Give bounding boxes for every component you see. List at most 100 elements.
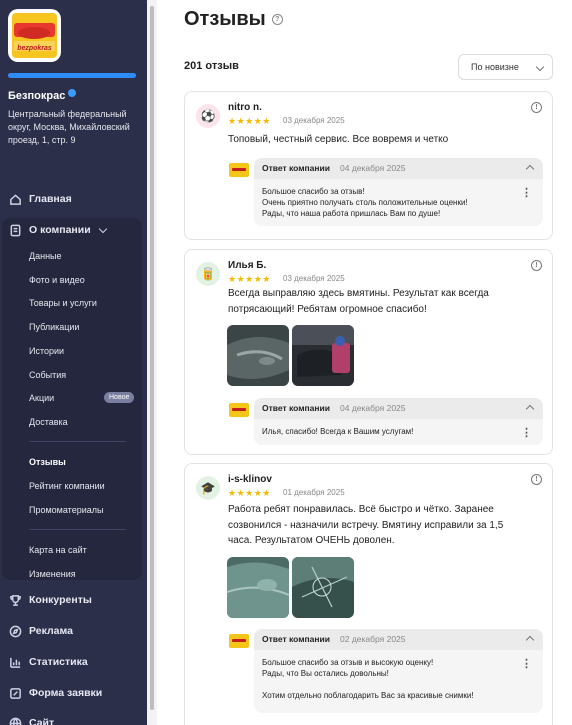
sub-photo[interactable]: Фото и видео: [29, 275, 85, 285]
more-icon[interactable]: ⋮: [521, 188, 532, 199]
page-title: Отзывы ?: [184, 8, 283, 31]
compass-icon: [8, 624, 22, 638]
company-reply: Ответ компании 04 декабря 2025 Илья, спа…: [254, 398, 543, 445]
sub-goods[interactable]: Товары и услуги: [29, 298, 97, 308]
more-icon[interactable]: ⋮: [521, 428, 532, 439]
sub-promo[interactable]: Акции: [29, 393, 54, 403]
edit-icon: [8, 686, 22, 700]
page-title-text: Отзывы: [184, 8, 266, 30]
reply-line: [262, 679, 522, 690]
review-photo[interactable]: [292, 325, 354, 386]
reply-line: Очень приятно получать столь положительн…: [262, 198, 468, 207]
nav-about-label: О компании: [29, 224, 91, 236]
reply-line: Рады, что Вы остались довольны!: [262, 669, 389, 678]
review-photo[interactable]: [227, 557, 289, 618]
review-date: 01 декабря 2025: [283, 488, 345, 497]
reply-label: Ответ компании: [262, 403, 330, 413]
sidebar-scrollbar[interactable]: [147, 0, 157, 725]
sub-delivery[interactable]: Доставка: [29, 417, 68, 427]
reply-line: Большое спасибо за отзыв!: [262, 187, 365, 196]
company-address: Центральный федеральный округ, Москва, М…: [8, 109, 130, 145]
help-icon[interactable]: ?: [271, 14, 283, 25]
reply-date: 02 декабря 2025: [340, 634, 406, 644]
company-name-text: Безпокрас: [8, 90, 66, 102]
trophy-icon: [8, 593, 22, 607]
sidebar: bezpokras Безпокрас Центральный федераль…: [0, 0, 147, 725]
reviews-count: 201 отзыв: [184, 60, 239, 72]
review-date: 03 декабря 2025: [283, 116, 345, 125]
sort-dropdown[interactable]: По новизне: [458, 54, 553, 80]
review-card: 🥫 Илья Б. ★★★★★ 03 декабря 2025 ! Всегда…: [184, 249, 553, 455]
reply-text: Илья, спасибо! Всегда к Вашим услугам!: [262, 426, 522, 437]
review-author[interactable]: nitro n.: [228, 102, 262, 113]
company-name[interactable]: Безпокрас: [8, 89, 77, 102]
nav-home-label: Главная: [29, 193, 72, 205]
globe-icon: [8, 716, 22, 725]
review-date: 03 декабря 2025: [283, 274, 345, 283]
reply-label: Ответ компании: [262, 163, 330, 173]
nav-site-label: Сайт: [29, 717, 55, 725]
company-reply: Ответ компании 02 декабря 2025 Большое с…: [254, 629, 543, 713]
sub-stories[interactable]: Истории: [29, 346, 64, 356]
chevron-down-icon: [98, 224, 107, 233]
reply-date: 04 декабря 2025: [340, 163, 406, 173]
company-reply-logo: [229, 403, 249, 417]
reply-date: 04 декабря 2025: [340, 403, 406, 413]
rating-stars: ★★★★★: [228, 116, 271, 126]
reply-line: Рады, что наша работа пришлась Вам по ду…: [262, 209, 441, 218]
nav-ads[interactable]: Реклама: [8, 624, 73, 638]
info-icon[interactable]: !: [531, 102, 542, 113]
info-icon[interactable]: !: [531, 260, 542, 271]
review-photo[interactable]: [292, 557, 354, 618]
avatar[interactable]: ⚽: [196, 104, 220, 128]
sub-posts[interactable]: Публикации: [29, 322, 79, 332]
verified-icon: [68, 89, 77, 97]
home-icon: [8, 192, 22, 206]
review-card: 🎓 i-s-klinov ★★★★★ 01 декабря 2025 ! Раб…: [184, 463, 553, 725]
rating-stars: ★★★★★: [228, 488, 271, 498]
nav-ads-label: Реклама: [29, 625, 73, 637]
sub-data[interactable]: Данные: [29, 251, 62, 261]
reply-line: Хотим отдельно поблагодарить Вас за крас…: [262, 691, 474, 700]
info-icon[interactable]: !: [531, 474, 542, 485]
reply-label: Ответ компании: [262, 634, 330, 644]
avatar[interactable]: 🎓: [196, 476, 220, 500]
nav-competitors-label: Конкуренты: [29, 594, 92, 606]
review-author[interactable]: Илья Б.: [228, 260, 266, 271]
main-content: Отзывы ? 201 отзыв По новизне ⚽ nitro n.…: [157, 0, 572, 725]
review-photo[interactable]: [227, 325, 289, 386]
review-text: Работа ребят понравилась. Всё быстро и ч…: [228, 504, 504, 546]
sub-map[interactable]: Карта на сайт: [29, 545, 87, 555]
new-badge: Новое: [104, 392, 135, 403]
nav-site[interactable]: Сайт: [8, 716, 54, 725]
sort-label: По новизне: [471, 62, 519, 72]
nav-stats-label: Статистика: [29, 656, 88, 668]
company-logo[interactable]: bezpokras: [8, 9, 61, 62]
sub-events[interactable]: События: [29, 370, 66, 380]
nav-competitors[interactable]: Конкуренты: [8, 593, 92, 607]
sub-materials[interactable]: Промоматериалы: [29, 505, 103, 515]
more-icon[interactable]: ⋮: [521, 659, 532, 670]
nav-form[interactable]: Форма заявки: [8, 686, 102, 700]
sub-rating[interactable]: Рейтинг компании: [29, 481, 105, 491]
profile-progress-bar: [8, 73, 136, 78]
sub-changes[interactable]: Изменения: [29, 569, 76, 579]
reply-text: Большое спасибо за отзыв и высокую оценк…: [262, 657, 522, 701]
nav-stats[interactable]: Статистика: [8, 655, 88, 669]
avatar[interactable]: 🥫: [196, 262, 220, 286]
review-text: Топовый, честный сервис. Все вовремя и ч…: [228, 134, 449, 145]
sidebar-divider: [29, 529, 126, 530]
scrollbar-thumb[interactable]: [150, 6, 154, 710]
company-reply-logo: [229, 163, 249, 177]
sidebar-divider: [29, 441, 126, 442]
company-reply: Ответ компании 04 декабря 2025 Большое с…: [254, 158, 543, 226]
nav-about[interactable]: О компании: [8, 223, 107, 237]
nav-home[interactable]: Главная: [8, 192, 72, 206]
review-text: Всегда выправляю здесь вмятины. Результа…: [228, 288, 489, 315]
bar-chart-icon: [8, 655, 22, 669]
review-author[interactable]: i-s-klinov: [228, 474, 272, 485]
reply-text: Большое спасибо за отзыв! Очень приятно …: [262, 186, 522, 219]
review-card: ⚽ nitro n. ★★★★★ 03 декабря 2025 ! Топов…: [184, 91, 553, 240]
sub-reviews[interactable]: Отзывы: [29, 457, 66, 467]
document-icon: [8, 223, 22, 237]
